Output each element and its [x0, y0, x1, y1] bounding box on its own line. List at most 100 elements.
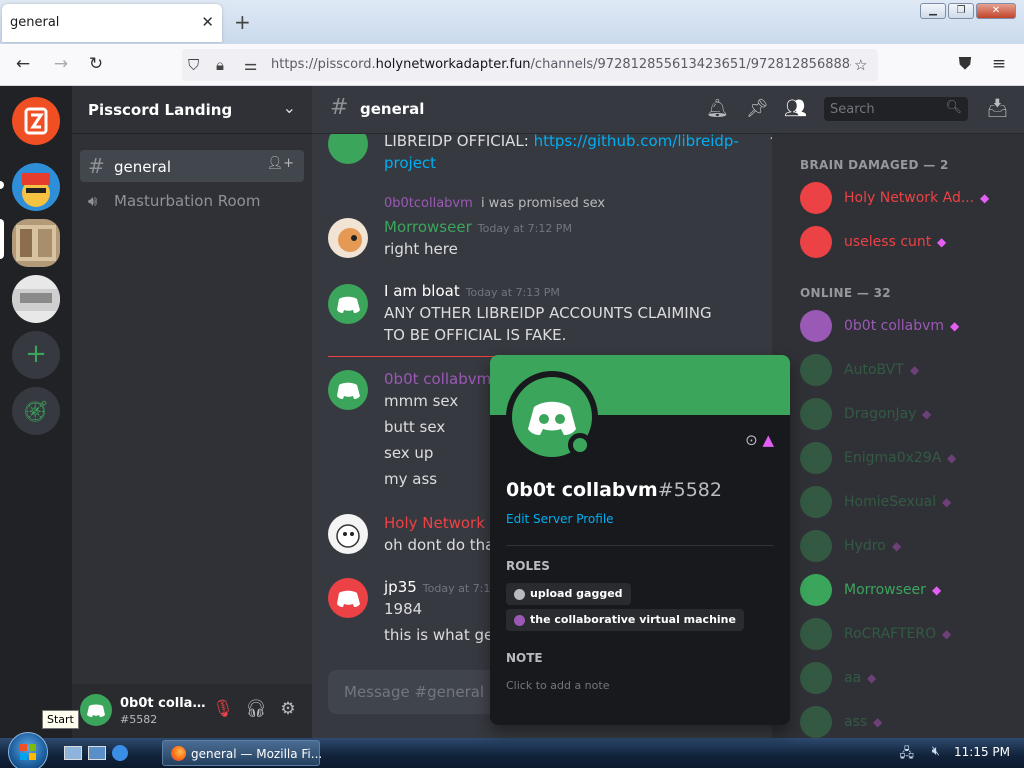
message-link[interactable]: project	[384, 152, 436, 174]
member-row[interactable]: ass ◆	[800, 702, 1020, 742]
note-input[interactable]: Click to add a note	[506, 679, 609, 692]
explore-servers-icon[interactable]: 🧭︎	[12, 387, 60, 435]
gear-icon[interactable]: ⚙	[277, 699, 299, 719]
avatar[interactable]	[328, 578, 368, 618]
network-icon[interactable]: 🖧︎	[900, 744, 915, 766]
search-input[interactable]: Search 🔍︎	[824, 97, 968, 121]
invite-icon[interactable]: 👤︎+	[267, 156, 294, 171]
avatar[interactable]	[328, 218, 368, 258]
shield-icon[interactable]: ⛉	[188, 56, 199, 74]
pin-icon[interactable]: 📌︎	[746, 98, 769, 119]
chevron-down-icon[interactable]: ⌄	[283, 98, 296, 117]
taskbar-firefox-button[interactable]: general — Mozilla Fi...	[162, 740, 323, 766]
server-icon-photo[interactable]	[12, 275, 60, 323]
member-row[interactable]: Enigma0x29A ◆	[800, 438, 1020, 478]
channel-general[interactable]: # general 👤︎+	[80, 150, 304, 182]
boost-gem-icon: ◆	[942, 627, 952, 641]
url-bar[interactable]: ⛉ 🔒︎ ⚌ https://pisscord.holynetworkadapt…	[182, 49, 878, 81]
message-text: 1984	[384, 600, 423, 618]
avatar[interactable]	[328, 370, 368, 410]
unread-indicator	[0, 181, 4, 189]
switch-windows-icon[interactable]	[88, 746, 106, 760]
bookmark-star-icon[interactable]: ☆	[854, 56, 867, 74]
avatar	[800, 442, 832, 474]
inbox-icon[interactable]: 📥︎	[986, 98, 1009, 119]
internet-explorer-icon[interactable]	[112, 745, 128, 761]
avatar	[800, 398, 832, 430]
tab-title: general	[10, 15, 60, 30]
channel-voice[interactable]: 🔊︎ Masturbation Room	[80, 184, 304, 216]
taskbar: general — Mozilla Fi... 🖧︎ 🔇︎ 11:15 PM	[0, 732, 1024, 768]
forward-icon[interactable]: →	[50, 54, 72, 74]
member-row[interactable]: Morrowseer ◆	[800, 570, 1020, 610]
message-author[interactable]: jp35 Today at 7:14	[384, 578, 497, 596]
minimize-icon[interactable]: ▁	[920, 3, 946, 19]
user-panel: 0b0t collab... #5582 🎙︎ 🎧︎ ⚙	[72, 684, 312, 738]
taskbar-window-title: general — Mozilla Fi...	[191, 747, 323, 761]
avatar	[800, 226, 832, 258]
member-name: aa	[844, 670, 862, 686]
reload-icon[interactable]: ↻	[85, 54, 107, 74]
menu-icon[interactable]: ≡	[988, 54, 1010, 74]
channel-sidebar: Pisscord Landing ⌄ # general 👤︎+ 🔊︎ Mast…	[72, 86, 312, 738]
avatar[interactable]	[328, 284, 368, 324]
boost-gem-icon: ◆	[932, 583, 942, 597]
show-desktop-icon[interactable]	[64, 746, 82, 760]
avatar[interactable]	[80, 694, 112, 726]
message-text: my ass	[384, 470, 438, 488]
member-row[interactable]: DragonJay ◆	[800, 394, 1020, 434]
message-text: ANY OTHER LIBREIDP ACCOUNTS CLAIMING	[384, 304, 712, 322]
avatar[interactable]	[328, 514, 368, 554]
server-icon-cartoon[interactable]	[12, 163, 60, 211]
member-row[interactable]: Holy Network Ad... ◆	[800, 178, 1020, 218]
divider	[506, 545, 774, 546]
profile-badges: ⊙ ▲	[745, 431, 774, 449]
add-server-icon[interactable]: +	[12, 331, 60, 379]
member-row[interactable]: HomieSexual ◆	[800, 482, 1020, 522]
member-row[interactable]: 0b0t collabvm ◆	[800, 306, 1020, 346]
message-author[interactable]: 0b0t collabvm	[384, 370, 491, 388]
member-name: HomieSexual	[844, 494, 937, 510]
edit-server-profile-link[interactable]: Edit Server Profile	[506, 512, 614, 526]
hypesquad-badge-icon[interactable]: ⊙	[745, 431, 758, 449]
role-tag[interactable]: the collaborative virtual machine	[506, 609, 744, 631]
member-row[interactable]: RoCRAFTERO ◆	[800, 614, 1020, 654]
member-name: Enigma0x29A	[844, 450, 942, 466]
profile-username: 0b0t collabvm#5582	[506, 479, 722, 501]
maximize-icon[interactable]: ❐	[948, 3, 974, 19]
browser-tab[interactable]: general ✕	[2, 4, 222, 42]
members-icon[interactable]: 👥︎	[784, 98, 807, 119]
lock-icon[interactable]: 🔒︎	[216, 56, 224, 74]
volume-muted-icon[interactable]: 🔇︎	[932, 744, 940, 759]
clock[interactable]: 11:15 PM	[954, 745, 1010, 759]
back-icon[interactable]: ←	[12, 54, 34, 74]
pocket-icon[interactable]: ⛊	[954, 54, 976, 74]
headphones-icon[interactable]: 🎧︎	[245, 699, 267, 719]
username[interactable]: 0b0t collab...	[120, 696, 206, 711]
member-name: ass	[844, 714, 868, 730]
server-header[interactable]: Pisscord Landing ⌄	[72, 86, 312, 134]
member-row[interactable]: Hydro ◆	[800, 526, 1020, 566]
start-button[interactable]	[8, 732, 48, 768]
message-author[interactable]: I am bloat Today at 7:13 PM	[384, 282, 560, 300]
message-link[interactable]: https://github.com/libreidp-	[534, 132, 739, 150]
tab-close-icon[interactable]: ✕	[201, 13, 214, 31]
reply-preview[interactable]: 0b0tcollabvm i was promised sex	[384, 196, 605, 211]
message-text: oh dont do that	[384, 536, 501, 554]
role-tag[interactable]: upload gagged	[506, 583, 631, 605]
message-author[interactable]: Morrowseer Today at 7:12 PM	[384, 218, 572, 236]
permissions-icon[interactable]: ⚌	[244, 56, 257, 74]
bell-icon[interactable]: 🔔︎	[706, 98, 729, 119]
member-row[interactable]: AutoBVT ◆	[800, 350, 1020, 390]
message-placeholder: Message #general	[344, 683, 485, 701]
speaker-icon: 🔊︎	[88, 192, 98, 210]
mute-microphone-icon[interactable]: 🎙︎	[212, 699, 234, 719]
server-icon-pisscord[interactable]	[12, 219, 60, 267]
new-tab-button[interactable]: +	[234, 10, 251, 34]
member-row[interactable]: aa ◆	[800, 658, 1020, 698]
nitro-badge-icon[interactable]: ▲	[762, 431, 774, 449]
url-text[interactable]: https://pisscord.holynetworkadapter.fun/…	[271, 57, 851, 72]
member-row[interactable]: useless cunt ◆	[800, 222, 1020, 262]
close-window-icon[interactable]: ✕	[976, 3, 1016, 19]
home-icon[interactable]	[12, 97, 60, 145]
